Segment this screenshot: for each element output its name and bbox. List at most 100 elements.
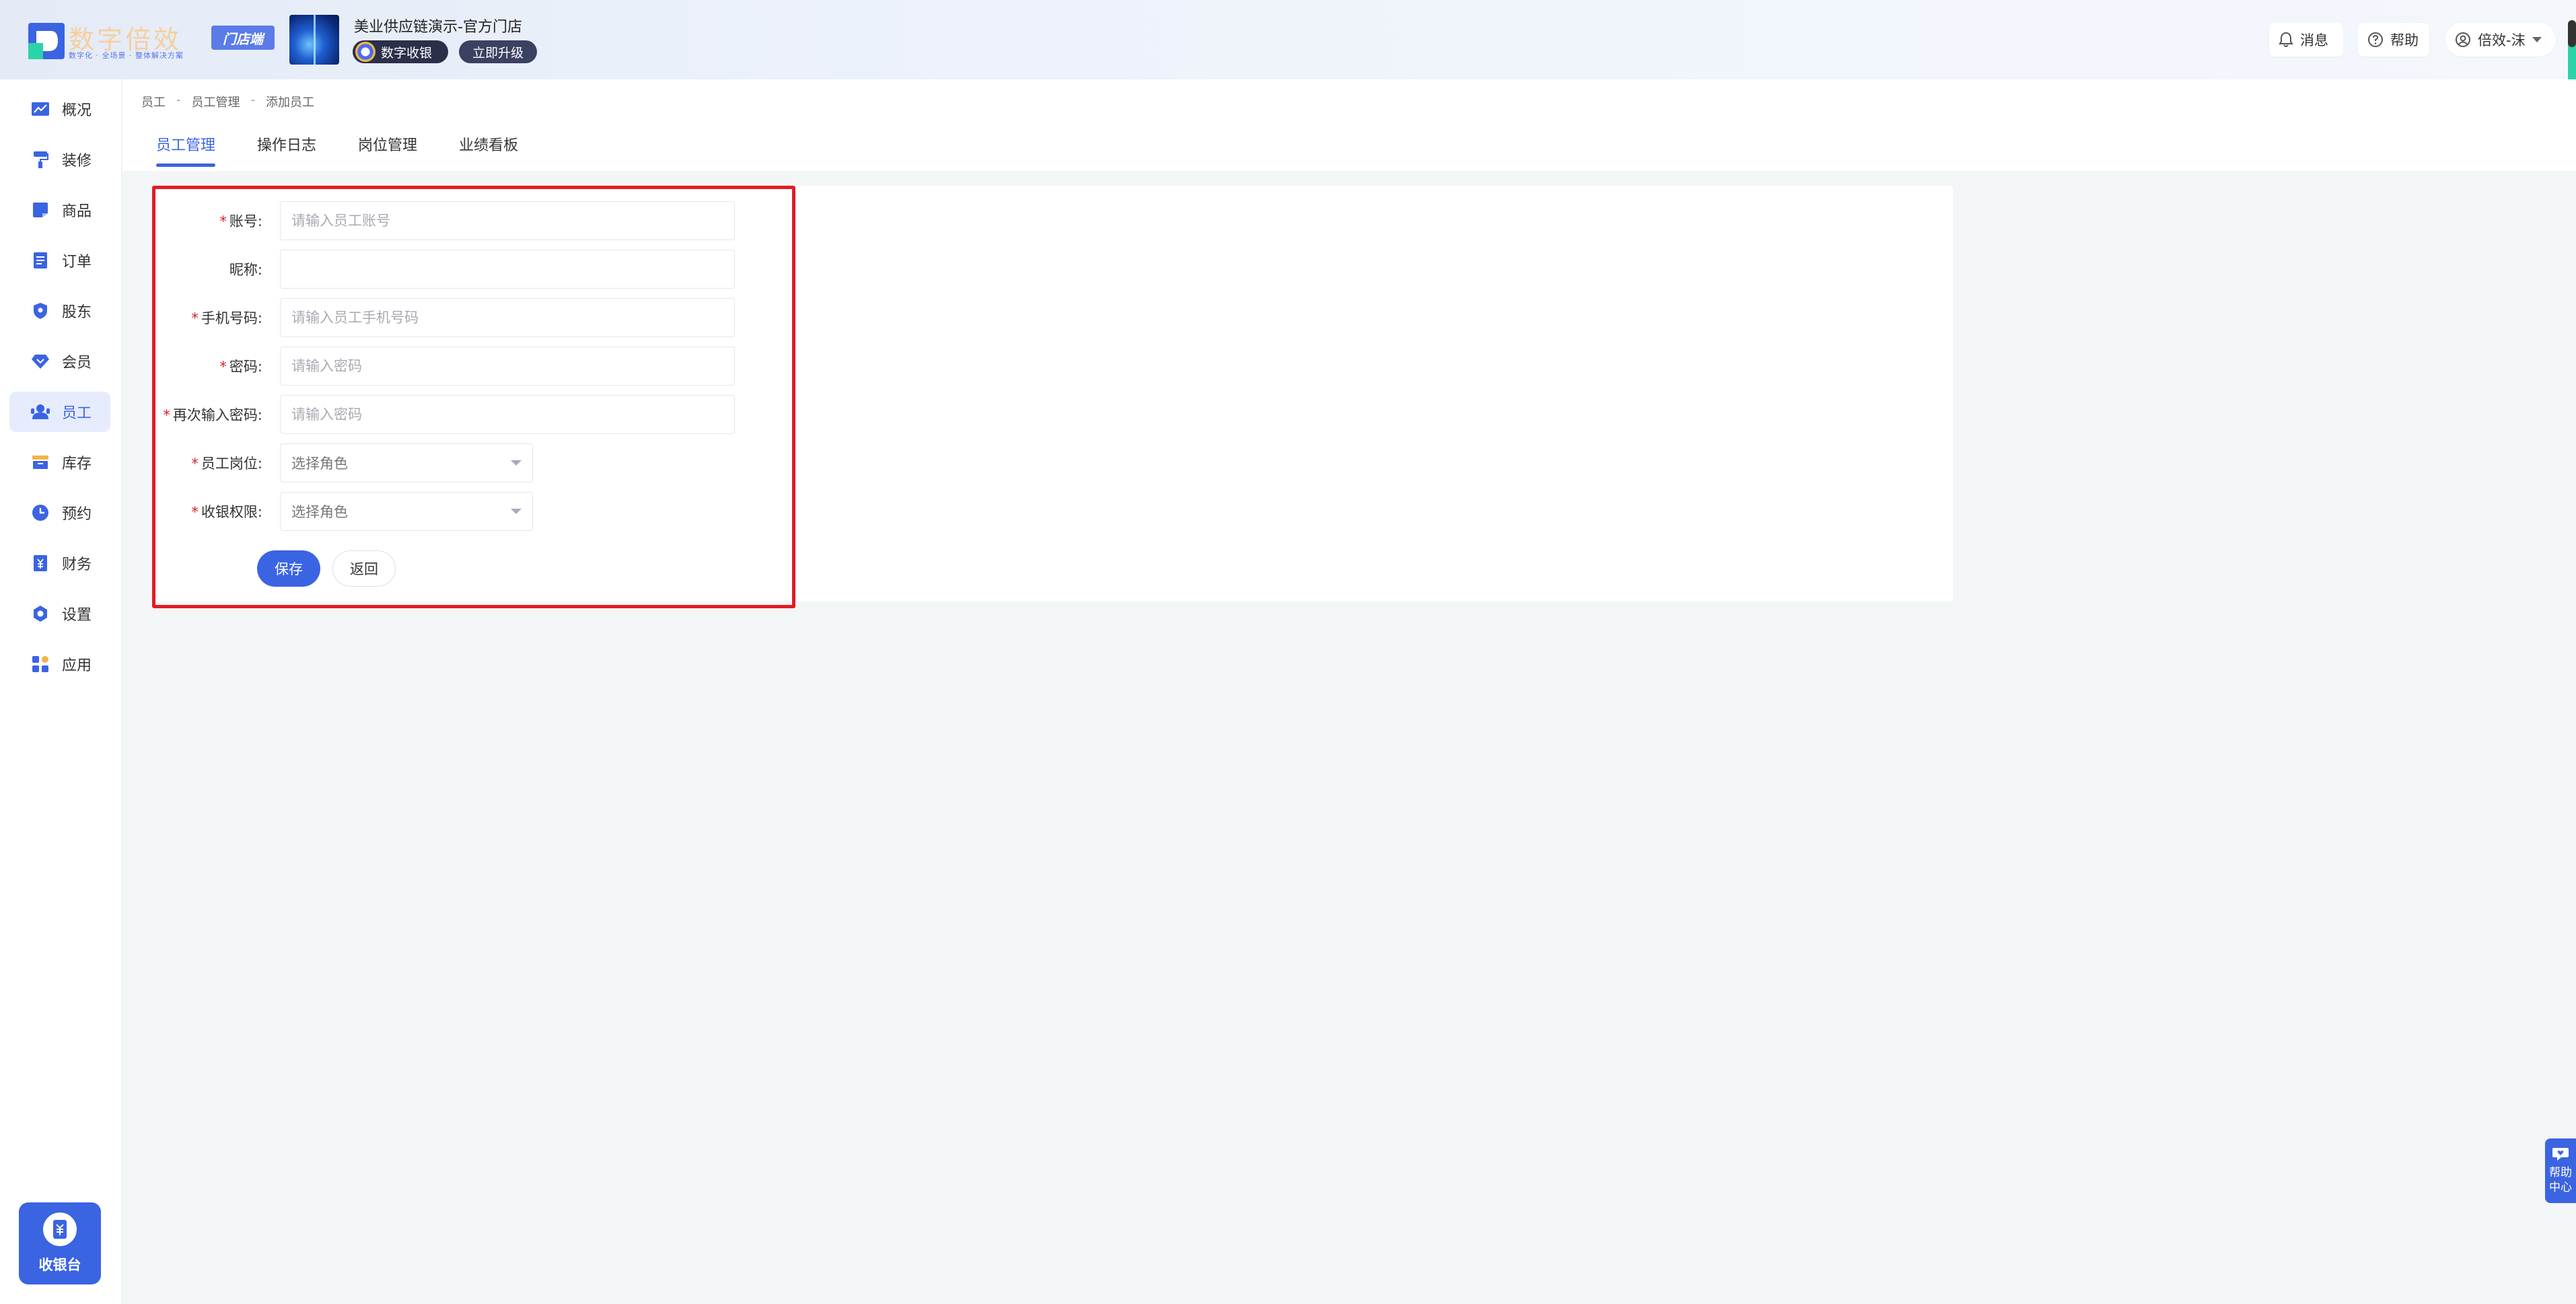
finance-icon (31, 554, 50, 573)
required-mark: * (191, 504, 199, 520)
sidebar-item-label: 概况 (62, 102, 92, 119)
sidebar-item-label: 商品 (62, 203, 92, 220)
required-mark: * (191, 456, 199, 472)
position-select[interactable]: 选择角色 (280, 443, 533, 482)
cashier-permission-select-value: 选择角色 (291, 504, 348, 520)
sidebar-item-settings[interactable]: 设置 (9, 593, 110, 634)
sidebar-item-shareholders[interactable]: 股东 (9, 291, 110, 331)
brand-logo[interactable]: 数字倍效 数字化 · 全场景 · 整体解决方案 (28, 19, 190, 63)
tab-staff-management[interactable]: 员工管理 (156, 133, 216, 167)
phone-input[interactable] (280, 298, 735, 337)
brand-slogan: 数字化 · 全场景 · 整体解决方案 (69, 51, 184, 60)
sidebar-item-appointments[interactable]: 预约 (9, 493, 110, 533)
help-center-line1: 帮助 (2549, 1166, 2572, 1180)
clock-icon (31, 503, 50, 522)
sidebar-item-decoration[interactable]: 装修 (9, 139, 110, 180)
chat-heart-icon (2552, 1148, 2569, 1161)
breadcrumb-item[interactable]: 员工 (141, 93, 166, 110)
form-row-password: * 密码: (152, 346, 735, 386)
product-icon (31, 201, 50, 219)
tab-operation-log[interactable]: 操作日志 (257, 133, 316, 167)
question-icon (2368, 32, 2383, 47)
cashier-button[interactable]: 收银台 (19, 1202, 101, 1284)
sidebar-item-label: 装修 (62, 153, 92, 170)
help-button[interactable]: 帮助 (2358, 23, 2429, 57)
top-header: 数字倍效 数字化 · 全场景 · 整体解决方案 门店端 美业供应链演示-官方门店… (0, 0, 2576, 86)
sidebar-item-members[interactable]: 会员 (9, 341, 110, 382)
store-avatar[interactable] (289, 15, 339, 65)
form-row-position: * 员工岗位: 选择角色 (152, 443, 533, 483)
user-menu[interactable]: 倍效-沫 (2445, 23, 2556, 57)
edge-scroll-handle[interactable] (2568, 20, 2576, 86)
gear-icon (31, 604, 50, 623)
sidebar-item-inventory[interactable]: 库存 (9, 442, 110, 482)
form-row-cashier-permission: * 收银权限: 选择角色 (152, 491, 533, 532)
breadcrumb-item[interactable]: 员工管理 (192, 93, 240, 110)
position-select-value: 选择角色 (291, 456, 348, 472)
user-icon (2456, 32, 2470, 47)
inventory-icon (31, 453, 50, 472)
form-row-account: * 账号: (152, 201, 735, 241)
save-button[interactable]: 保存 (257, 550, 320, 587)
member-icon (31, 352, 50, 371)
form-row-password-confirm: * 再次输入密码: (152, 394, 735, 435)
nickname-input[interactable] (280, 250, 735, 289)
cashier-permission-label-text: 收银权限: (201, 504, 262, 520)
sidebar-item-staff[interactable]: 员工 (9, 392, 110, 432)
staff-icon (31, 402, 50, 421)
required-mark: * (219, 359, 227, 375)
form-row-nickname: 昵称: (152, 249, 735, 289)
order-icon (31, 251, 50, 270)
account-label-text: 账号: (229, 213, 262, 229)
password-input[interactable] (280, 347, 735, 386)
phone-label: * 手机号码: (152, 307, 280, 328)
content-topbar: 员工 - 员工管理 - 添加员工 员工管理 操作日志 岗位管理 业绩看板 (122, 79, 2576, 171)
chart-icon (31, 100, 50, 118)
position-label-text: 员工岗位: (201, 456, 262, 472)
tab-performance-board[interactable]: 业绩看板 (459, 133, 518, 167)
digital-cashier-label: 数字收银 (381, 45, 433, 61)
help-center-float[interactable]: 帮助 中心 (2545, 1138, 2576, 1203)
password-confirm-label: * 再次输入密码: (152, 404, 280, 425)
help-label: 帮助 (2390, 32, 2419, 48)
password-label: * 密码: (152, 356, 280, 376)
sidebar-item-orders[interactable]: 订单 (9, 240, 110, 281)
account-label: * 账号: (152, 211, 280, 231)
cashier-icon (43, 1212, 77, 1246)
password-confirm-label-text: 再次输入密码: (172, 407, 262, 423)
sidebar-item-label: 应用 (62, 657, 92, 674)
sidebar-item-label: 订单 (62, 254, 92, 270)
back-button[interactable]: 返回 (332, 550, 396, 587)
store-type-badge: 门店端 (211, 26, 275, 50)
sidebar-item-label: 员工 (62, 405, 92, 422)
sidebar-item-label: 库存 (62, 456, 92, 472)
help-center-line2: 中心 (2549, 1181, 2572, 1194)
required-mark: * (163, 407, 170, 423)
sidebar: 概况 装修 商品 订单 股东 会员 员工 库存 预约 财务 设置 应用 (0, 79, 122, 1304)
sidebar-item-label: 设置 (62, 607, 92, 624)
coin-icon (355, 42, 375, 62)
upgrade-button[interactable]: 立即升级 (459, 40, 537, 63)
password-confirm-input[interactable] (280, 395, 735, 434)
account-input[interactable] (280, 201, 735, 240)
tab-position-management[interactable]: 岗位管理 (358, 133, 417, 167)
chevron-down-icon (511, 509, 522, 514)
sidebar-item-apps[interactable]: 应用 (9, 644, 110, 684)
chevron-down-icon (2532, 37, 2542, 42)
required-mark: * (219, 213, 227, 229)
sidebar-item-finance[interactable]: 财务 (9, 543, 110, 583)
paint-roller-icon (31, 150, 50, 169)
logo-icon (28, 23, 65, 59)
apps-icon (31, 655, 50, 674)
sidebar-item-overview[interactable]: 概况 (9, 89, 110, 129)
phone-label-text: 手机号码: (201, 310, 262, 326)
chevron-down-icon (511, 460, 522, 466)
digital-cashier-badge[interactable]: 数字收银 (353, 40, 448, 63)
sidebar-item-products[interactable]: 商品 (9, 190, 110, 230)
messages-label: 消息 (2300, 32, 2328, 48)
breadcrumb-current: 添加员工 (266, 96, 314, 110)
cashier-permission-select[interactable]: 选择角色 (280, 492, 533, 531)
store-name[interactable]: 美业供应链演示-官方门店 (354, 15, 522, 36)
messages-button[interactable]: 消息 (2269, 23, 2343, 57)
tab-bar: 员工管理 操作日志 岗位管理 业绩看板 (156, 133, 560, 167)
